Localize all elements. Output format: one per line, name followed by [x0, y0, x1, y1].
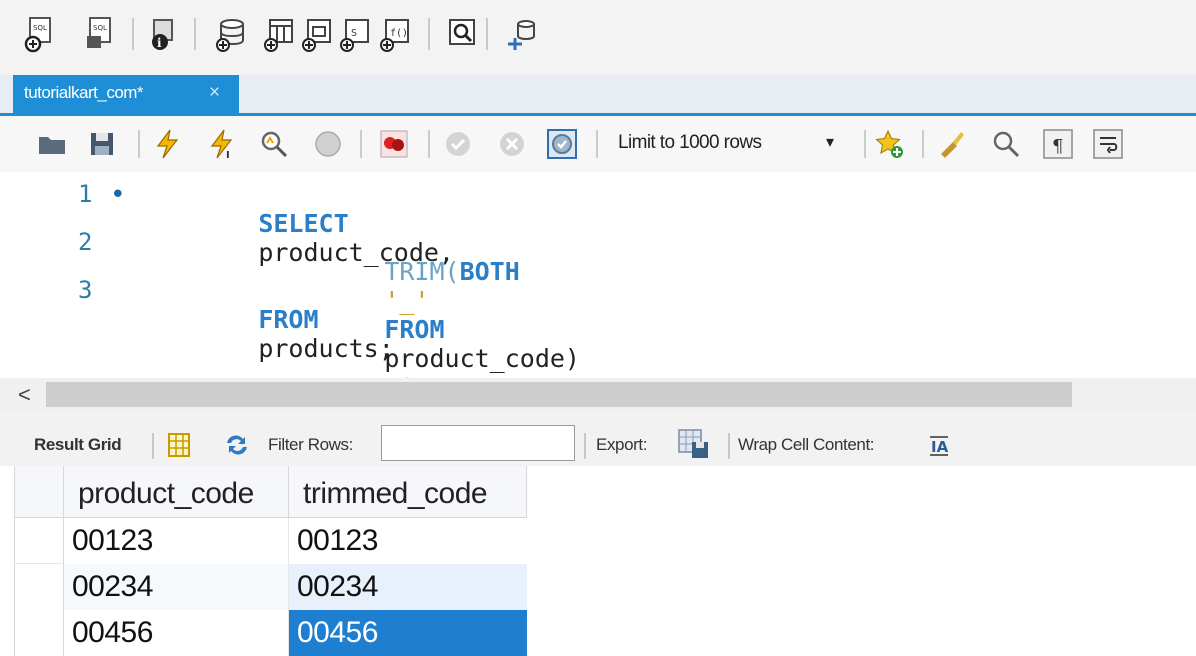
- svg-text:SQL: SQL: [33, 24, 47, 32]
- editor-toolbar: I ¶: [0, 116, 1196, 172]
- svg-text:IA: IA: [931, 438, 949, 456]
- export-label: Export:: [596, 435, 648, 454]
- execute-current-icon[interactable]: I: [206, 128, 238, 161]
- create-function-icon[interactable]: f(): [378, 14, 412, 54]
- row-header-corner: [14, 466, 64, 518]
- tab-label: tutorialkart_com*: [24, 83, 144, 102]
- identifier-product-code: product_code): [384, 344, 580, 373]
- rollback-icon[interactable]: [496, 128, 528, 160]
- code-line-3: 3 FROM products;: [0, 268, 1196, 363]
- beautify-icon[interactable]: [936, 128, 968, 160]
- statement-marker-icon: •: [110, 180, 126, 210]
- table-cell[interactable]: 00123: [64, 518, 289, 564]
- wrap-cell-content-label: Wrap Cell Content:: [738, 435, 875, 454]
- svg-text:I: I: [226, 150, 230, 160]
- scrollbar-thumb[interactable]: [46, 382, 1072, 407]
- result-grid-label[interactable]: Result Grid: [34, 435, 122, 455]
- chevron-down-icon[interactable]: ▾: [826, 132, 834, 152]
- svg-text:i: i: [157, 36, 162, 50]
- save-icon[interactable]: [86, 128, 118, 160]
- line-number: 1: [78, 180, 93, 208]
- commit-icon[interactable]: [442, 128, 474, 160]
- table-cell[interactable]: 00234: [289, 564, 527, 610]
- result-toolbar: Result Grid Filter Rows: Export: Wrap Ce…: [0, 411, 1196, 466]
- execute-icon[interactable]: [152, 128, 184, 160]
- export-icon[interactable]: [676, 427, 712, 461]
- column-header-trimmed-code[interactable]: trimmed_code: [289, 466, 527, 518]
- table-cell-selected[interactable]: 00456: [289, 610, 527, 656]
- svg-text:f(): f(): [390, 28, 408, 39]
- result-grid: product_code trimmed_code 00123 00123 00…: [0, 466, 1196, 656]
- explain-icon[interactable]: [258, 128, 290, 160]
- filter-rows-label: Filter Rows:: [268, 435, 353, 454]
- code-line-1: 1 • SELECT product_code,: [0, 172, 1196, 267]
- create-schema-icon[interactable]: [214, 14, 248, 54]
- table-cell[interactable]: 00123: [289, 518, 527, 564]
- limit-rows-label: Limit to 1000 rows: [618, 132, 762, 153]
- row-selector[interactable]: [14, 564, 64, 610]
- grid-view-icon[interactable]: [166, 431, 192, 459]
- create-procedure-icon[interactable]: S: [338, 14, 372, 54]
- svg-text:S: S: [351, 28, 357, 39]
- limit-rows-select[interactable]: Limit to 1000 rows ▾: [606, 126, 860, 162]
- find-icon[interactable]: [990, 128, 1022, 160]
- filter-rows-input[interactable]: [381, 425, 575, 461]
- svg-text:¶: ¶: [1052, 136, 1063, 157]
- svg-text:SQL: SQL: [93, 24, 107, 32]
- code-line-2: 2 TRIM(BOTH '_' FROM product_code) AS tr…: [0, 220, 1196, 431]
- column-header-product-code[interactable]: product_code: [64, 466, 289, 518]
- line-number: 3: [78, 276, 93, 304]
- identifier-products: products;: [258, 334, 394, 363]
- wrap-cell-content-icon[interactable]: IA: [928, 433, 950, 457]
- stop-icon[interactable]: [312, 128, 344, 160]
- scroll-left-icon[interactable]: <: [18, 382, 31, 408]
- row-selector[interactable]: [14, 610, 64, 656]
- word-wrap-icon[interactable]: [1092, 128, 1124, 160]
- keyword-from: FROM: [258, 305, 319, 334]
- query-tab[interactable]: tutorialkart_com* ×: [13, 75, 239, 114]
- create-view-icon[interactable]: [300, 14, 334, 54]
- reconnect-icon[interactable]: [504, 14, 538, 54]
- autocommit-toggle-icon[interactable]: [546, 128, 578, 160]
- table-cell[interactable]: 00456: [64, 610, 289, 656]
- horizontal-scrollbar[interactable]: <: [0, 378, 1196, 411]
- close-icon[interactable]: ×: [209, 82, 220, 104]
- open-sql-script-icon[interactable]: SQL: [84, 14, 118, 54]
- row-selector[interactable]: [14, 518, 64, 564]
- inspector-icon[interactable]: i: [146, 14, 180, 54]
- sql-editor[interactable]: 1 • SELECT product_code, 2 TRIM(BOTH '_'…: [0, 172, 1196, 431]
- new-sql-tab-icon[interactable]: SQL: [24, 14, 58, 54]
- table-cell[interactable]: 00234: [64, 564, 289, 610]
- add-snippet-icon[interactable]: [874, 128, 906, 160]
- create-table-icon[interactable]: [262, 14, 296, 54]
- search-table-data-icon[interactable]: [444, 14, 478, 54]
- invisible-chars-icon[interactable]: ¶: [1042, 128, 1074, 160]
- toggle-errors-icon[interactable]: [378, 128, 410, 160]
- refresh-icon[interactable]: [222, 431, 252, 459]
- line-number: 2: [78, 228, 93, 256]
- folder-icon[interactable]: [36, 128, 68, 160]
- main-toolbar: SQL SQL i S f(): [0, 0, 1196, 75]
